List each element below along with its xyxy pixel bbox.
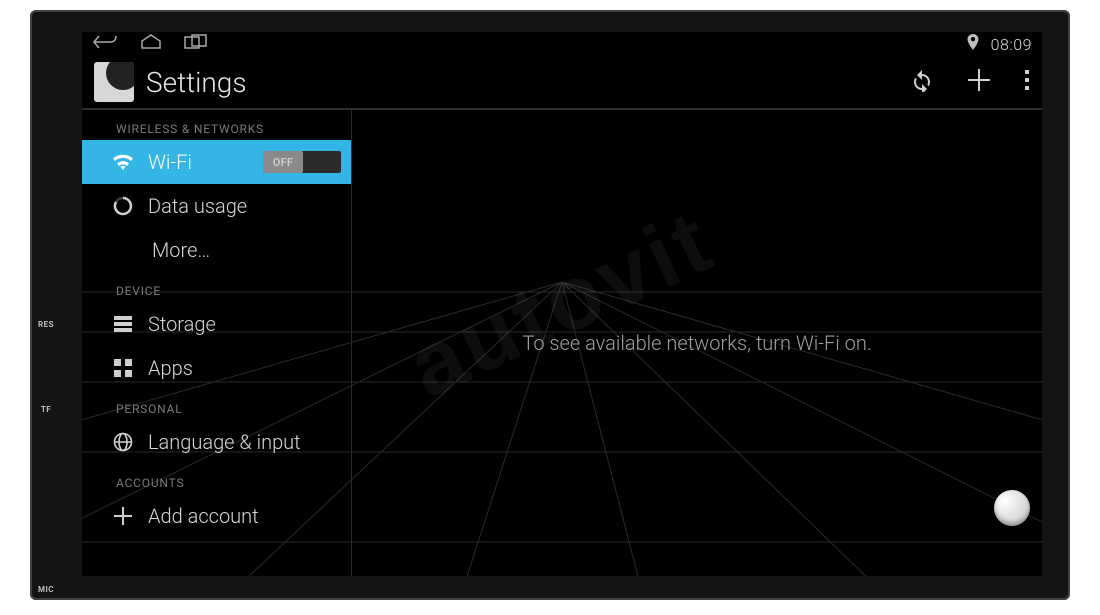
category-wireless: WIRELESS & NETWORKS	[82, 110, 351, 140]
sidebar-item-wifi[interactable]: Wi-Fi OFF	[82, 140, 351, 184]
settings-app-icon[interactable]	[94, 62, 134, 102]
sidebar-item-add-account[interactable]: Add account	[82, 494, 351, 538]
device-frame: RES TF MIC	[30, 10, 1070, 600]
page-title: Settings	[146, 66, 247, 99]
plus-icon	[112, 505, 134, 527]
sidebar-item-language-input[interactable]: Language & input	[82, 420, 351, 464]
status-clock: 08:09	[991, 35, 1032, 54]
wifi-toggle[interactable]: OFF	[263, 151, 341, 173]
sidebar-item-apps[interactable]: Apps	[82, 346, 351, 390]
actionbar: Settings	[82, 56, 1042, 110]
location-icon	[967, 34, 979, 54]
sidebar-item-label: Data usage	[148, 194, 247, 218]
sidebar-item-label: Language & input	[148, 430, 301, 454]
sidebar-item-label: Wi-Fi	[148, 150, 192, 174]
language-icon	[112, 431, 134, 453]
category-personal: PERSONAL	[82, 390, 351, 420]
sidebar-item-label: More…	[152, 238, 210, 262]
sidebar-item-label: Storage	[148, 312, 216, 336]
home-icon[interactable]	[140, 34, 162, 54]
bezel-label-res: RES	[30, 320, 62, 329]
category-accounts: ACCOUNTS	[82, 464, 351, 494]
back-icon[interactable]	[92, 34, 118, 54]
bezel-label-mic: MIC	[30, 585, 62, 594]
storage-icon	[112, 313, 134, 335]
data-usage-icon	[112, 195, 134, 217]
main-area: WIRELESS & NETWORKS Wi-Fi OFF Data usage	[82, 110, 1042, 576]
sidebar-item-label: Apps	[148, 356, 193, 380]
overflow-menu-icon[interactable]	[1024, 69, 1030, 95]
detail-pane: To see available networks, turn Wi-Fi on…	[352, 110, 1042, 576]
recents-icon[interactable]	[184, 34, 208, 54]
wifi-icon	[112, 151, 134, 173]
fast-scroll-thumb[interactable]	[994, 490, 1030, 526]
refresh-icon[interactable]	[910, 68, 934, 96]
sidebar-item-more[interactable]: More…	[82, 228, 351, 272]
statusbar: 08:09	[82, 32, 1042, 56]
wifi-off-message: To see available networks, turn Wi-Fi on…	[522, 331, 871, 355]
apps-icon	[112, 357, 134, 379]
category-device: DEVICE	[82, 272, 351, 302]
sidebar-item-data-usage[interactable]: Data usage	[82, 184, 351, 228]
wifi-toggle-knob: OFF	[263, 151, 303, 173]
sidebar-item-storage[interactable]: Storage	[82, 302, 351, 346]
screen: 08:09 Settings WIRELESS & NETW	[82, 32, 1042, 576]
bezel-label-tf: TF	[30, 405, 62, 414]
settings-sidebar[interactable]: WIRELESS & NETWORKS Wi-Fi OFF Data usage	[82, 110, 352, 576]
add-icon[interactable]	[968, 69, 990, 95]
sidebar-item-label: Add account	[148, 504, 259, 528]
